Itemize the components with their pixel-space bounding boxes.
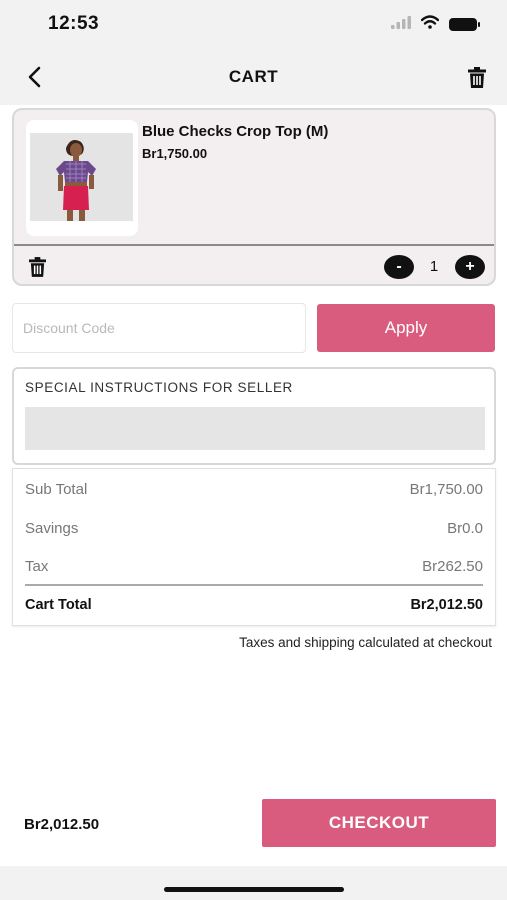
subtotal-label: Sub Total (25, 481, 88, 498)
tax-shipping-note: Taxes and shipping calculated at checkou… (239, 635, 492, 650)
cart-total-label: Cart Total (25, 597, 92, 613)
special-instructions-label: SPECIAL INSTRUCTIONS FOR SELLER (25, 380, 293, 395)
savings-value: Br0.0 (447, 520, 483, 537)
savings-row: Savings Br0.0 (25, 520, 483, 537)
trash-icon (28, 257, 46, 277)
tax-row: Tax Br262.50 (25, 558, 483, 575)
apply-discount-button[interactable]: Apply (317, 304, 495, 352)
signal-icon (391, 15, 411, 34)
divider (25, 584, 483, 586)
cart-total-row: Cart Total Br2,012.50 (25, 597, 483, 613)
status-icons (391, 15, 480, 34)
clear-cart-button[interactable] (463, 63, 491, 91)
discount-code-input[interactable] (12, 303, 306, 353)
checkout-button[interactable]: CHECKOUT (262, 799, 496, 847)
page-title: CART (228, 67, 279, 86)
bottom-total-value: Br2,012.50 (24, 816, 100, 833)
product-name[interactable]: Blue Checks Crop Top (M) (142, 123, 328, 140)
status-time: 12:53 (48, 13, 100, 34)
product-image[interactable] (26, 120, 138, 236)
increase-quantity-button[interactable]: + (455, 255, 485, 279)
remove-item-button[interactable] (26, 256, 48, 278)
trash-icon (468, 66, 486, 88)
cart-item-card: Blue Checks Crop Top (M) Br1,750.00 - 1 … (12, 108, 496, 286)
tax-label: Tax (25, 558, 49, 575)
savings-label: Savings (25, 520, 79, 537)
nav-bar: CART (0, 50, 507, 105)
special-instructions-input[interactable] (25, 407, 485, 450)
quantity-value: 1 (429, 258, 439, 275)
product-price: Br1,750.00 (142, 146, 208, 161)
cart-total-value: Br2,012.50 (410, 597, 483, 613)
battery-icon (449, 18, 480, 31)
subtotal-value: Br1,750.00 (409, 481, 483, 498)
special-instructions-section: SPECIAL INSTRUCTIONS FOR SELLER (12, 367, 496, 465)
home-indicator-area (0, 866, 507, 900)
wifi-icon (420, 15, 440, 34)
status-bar: 12:53 (0, 0, 507, 50)
subtotal-row: Sub Total Br1,750.00 (25, 481, 483, 498)
divider (14, 244, 494, 246)
order-summary: Sub Total Br1,750.00 Savings Br0.0 Tax B… (12, 468, 496, 626)
decrease-quantity-button[interactable]: - (384, 255, 414, 279)
home-indicator[interactable] (164, 887, 344, 892)
tax-value: Br262.50 (422, 558, 483, 575)
